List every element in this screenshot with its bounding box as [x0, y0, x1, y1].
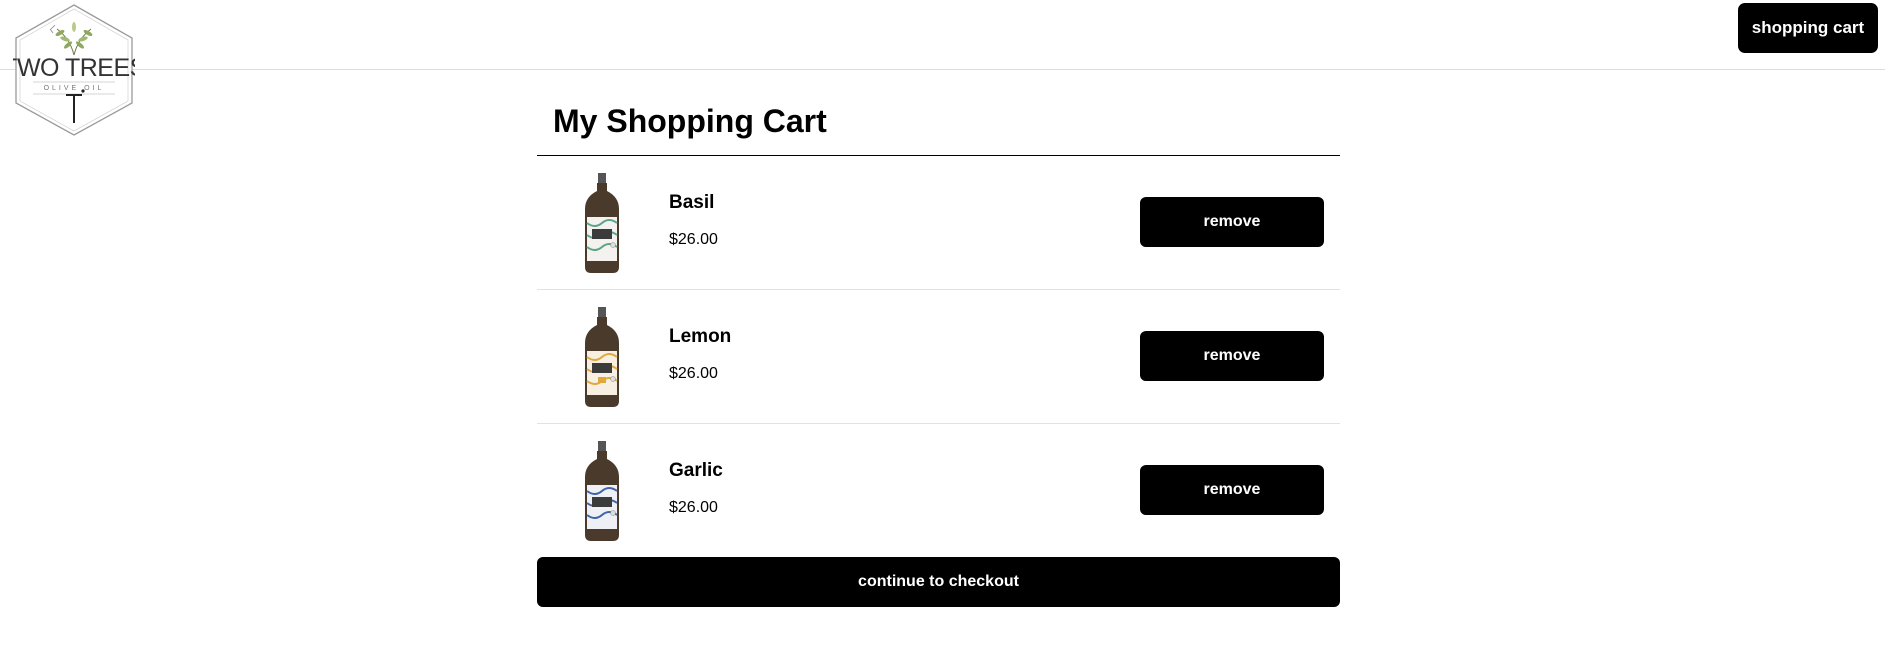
- remove-button[interactable]: remove: [1140, 331, 1324, 381]
- item-name: Lemon: [669, 326, 732, 347]
- cart-panel: My Shopping Cart Basil $26.00 remove Lem…: [537, 86, 1340, 557]
- basil-bottle-icon: [585, 173, 619, 273]
- item-price: $26.00: [669, 231, 718, 248]
- two-trees-logo[interactable]: TWO TREES OLIVE OIL: [2, 3, 146, 137]
- shopping-cart-button[interactable]: shopping cart: [1738, 3, 1878, 53]
- site-header: [0, 0, 1885, 70]
- page-title: My Shopping Cart: [537, 86, 1340, 156]
- logo-text: TWO TREES: [13, 54, 135, 82]
- item-name: Basil: [669, 192, 715, 213]
- logo-hexagon-icon: TWO TREES OLIVE OIL: [2, 4, 146, 136]
- remove-button[interactable]: remove: [1140, 465, 1324, 515]
- cart-item-garlic: Garlic $26.00 remove: [537, 424, 1340, 557]
- lemon-bottle-icon: [585, 307, 619, 407]
- checkout-button[interactable]: continue to checkout: [537, 557, 1340, 607]
- remove-button[interactable]: remove: [1140, 197, 1324, 247]
- item-price: $26.00: [669, 499, 718, 516]
- logo-subtext: OLIVE OIL: [44, 85, 105, 92]
- cart-item-lemon: Lemon $26.00 remove: [537, 290, 1340, 424]
- garlic-bottle-icon: [585, 441, 619, 541]
- item-name: Garlic: [669, 460, 723, 481]
- item-price: $26.00: [669, 365, 718, 382]
- cart-item-basil: Basil $26.00 remove: [537, 156, 1340, 290]
